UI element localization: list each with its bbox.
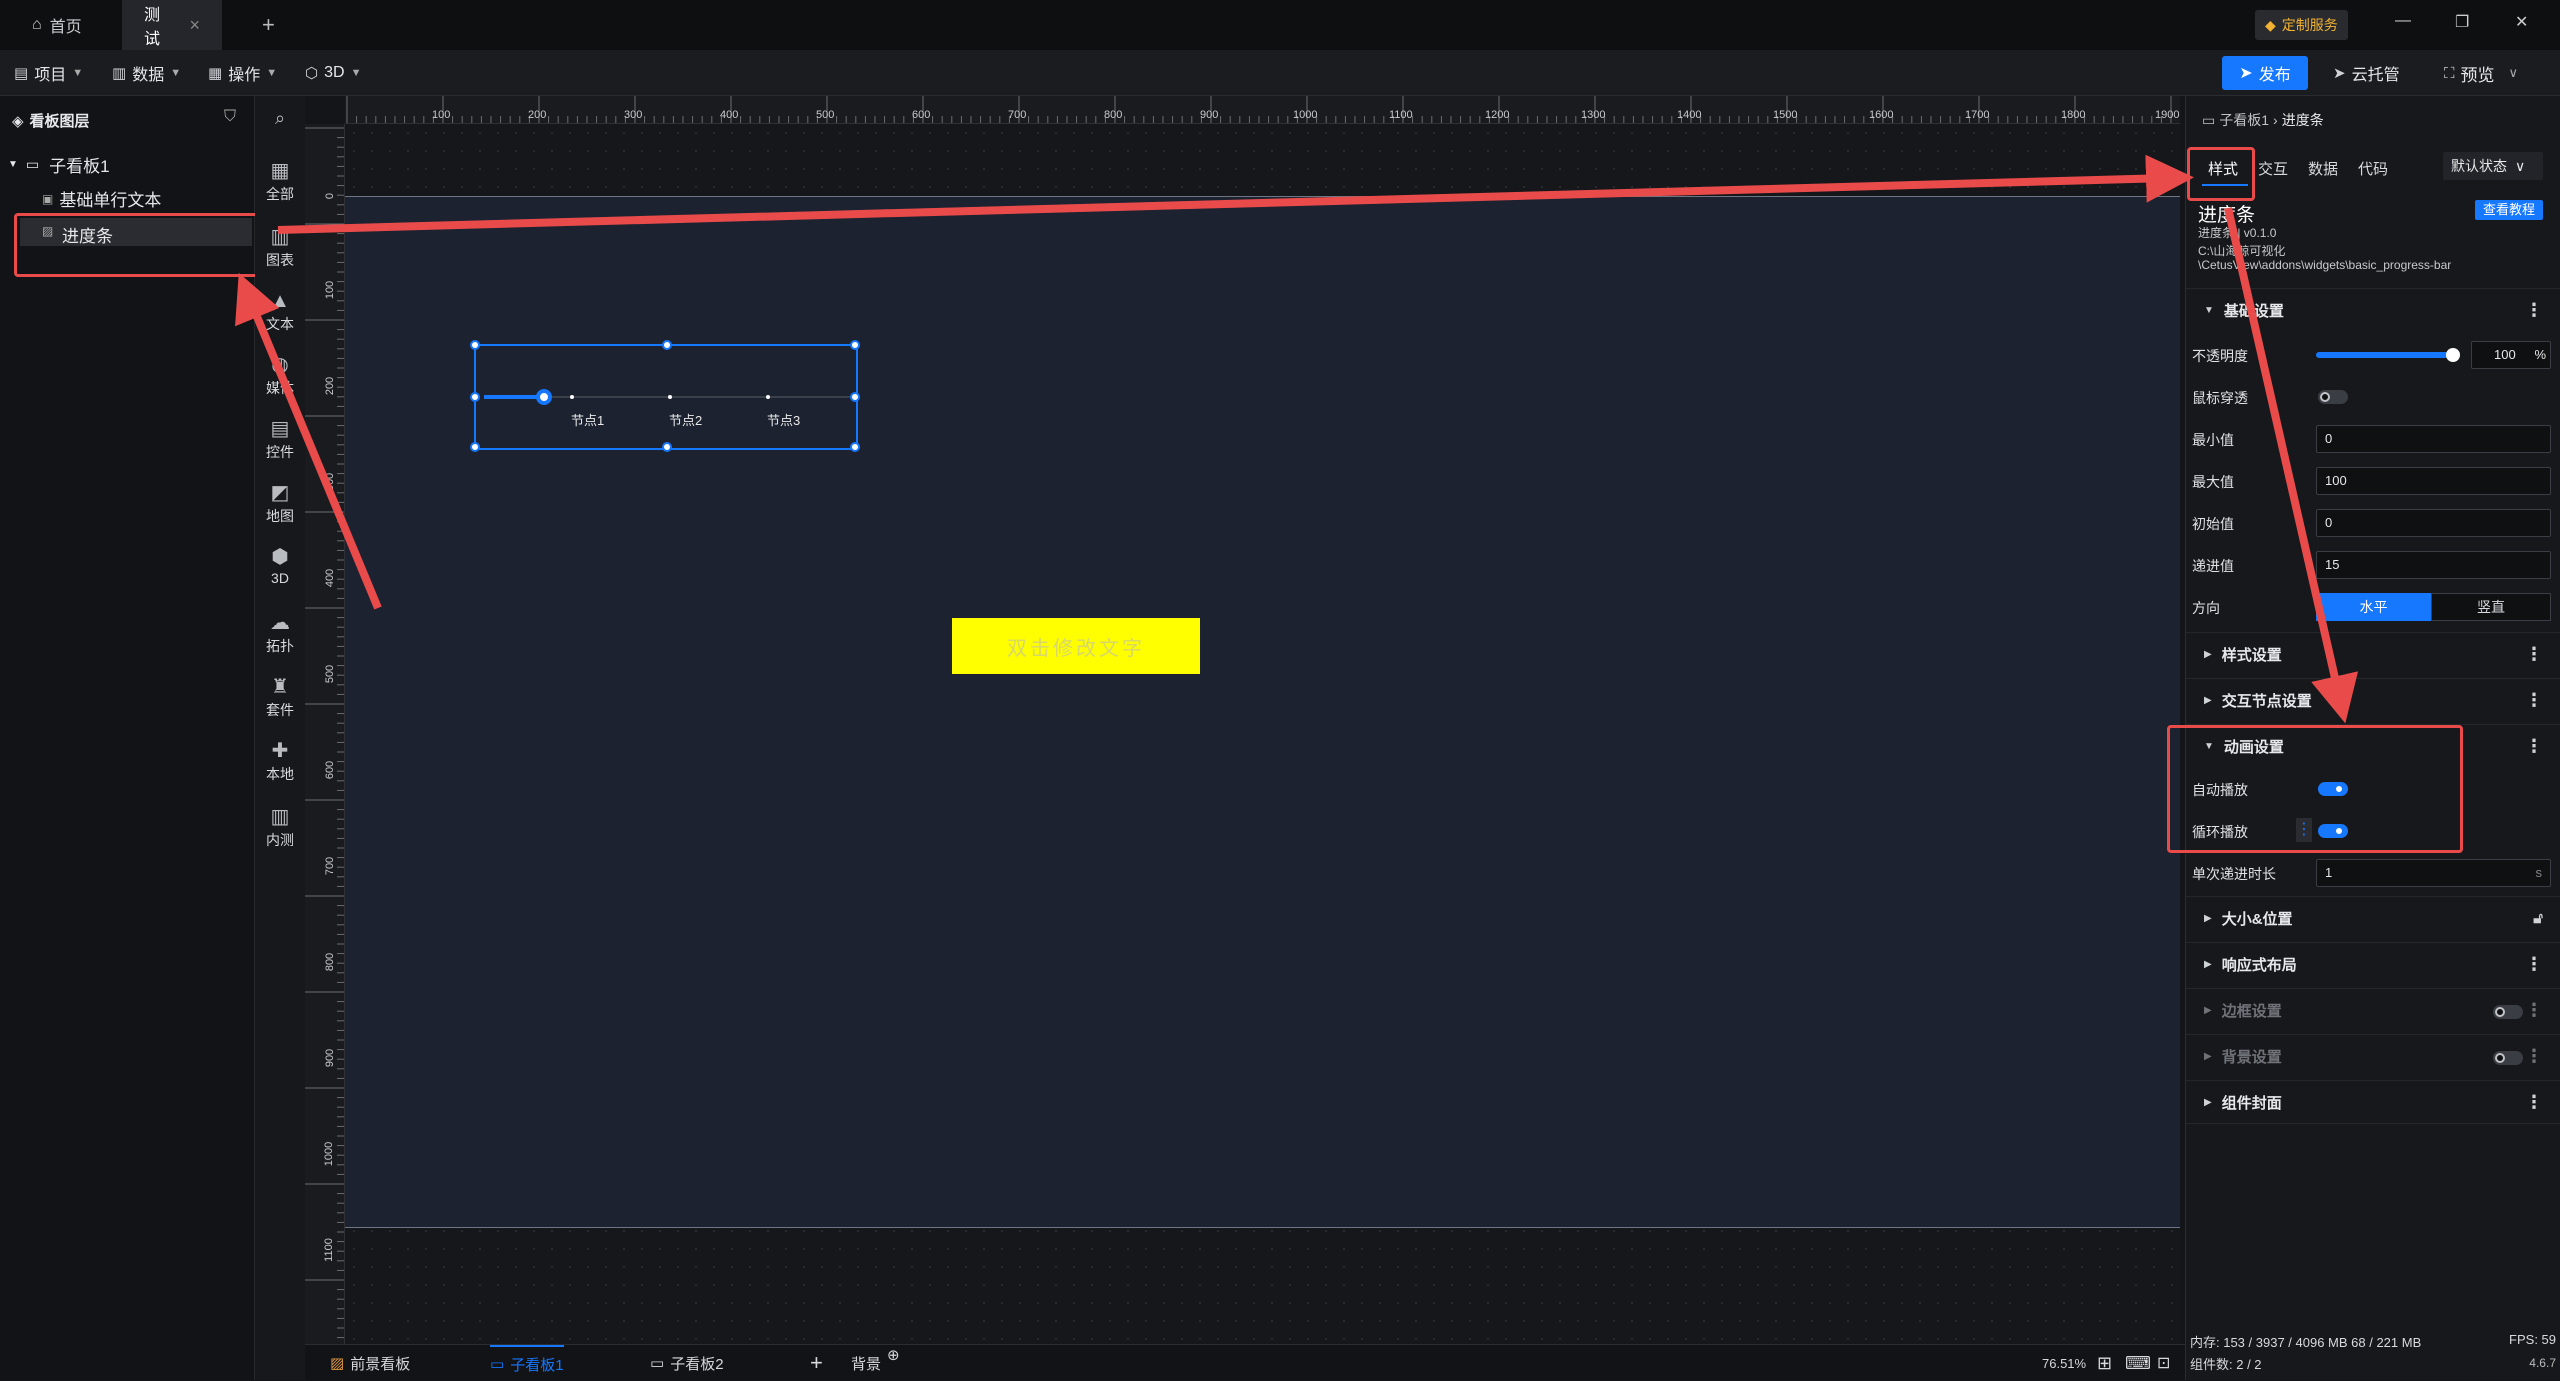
annotation-arrow bbox=[235, 272, 382, 610]
annotation-arrows bbox=[235, 154, 2359, 724]
annotation-arrow bbox=[277, 154, 2194, 234]
annotation-arrow bbox=[2224, 207, 2359, 724]
